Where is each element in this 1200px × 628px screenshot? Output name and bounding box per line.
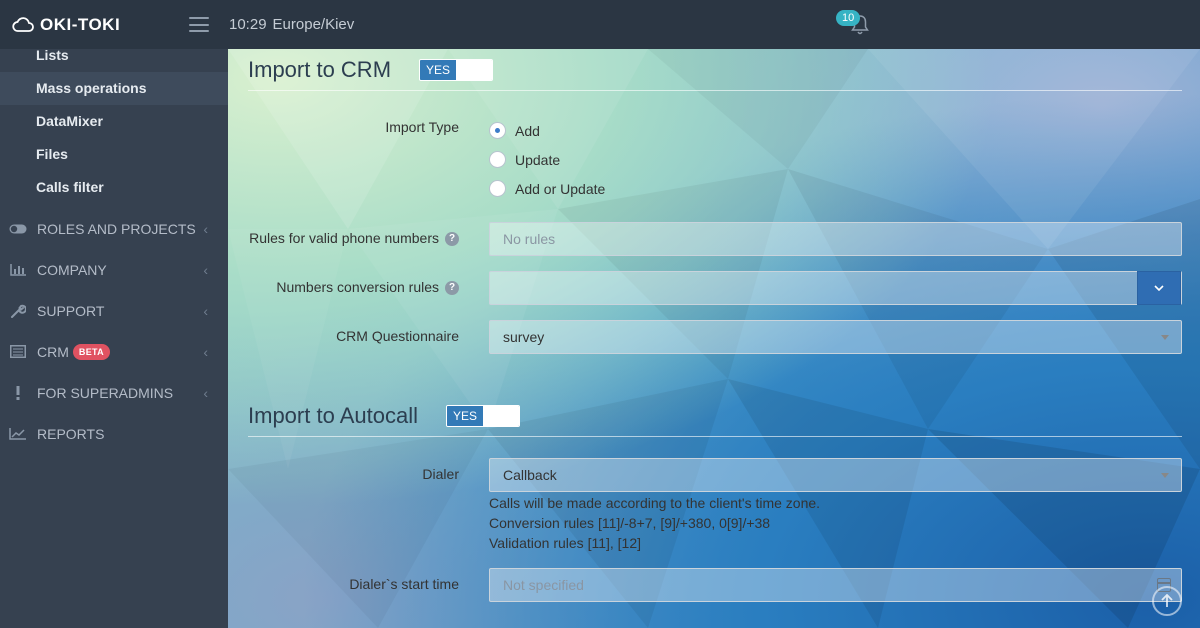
autocall-section-title: Import to Autocall: [248, 402, 418, 428]
sidebar-item-files[interactable]: Files: [0, 138, 228, 171]
radio-update[interactable]: Update: [489, 145, 605, 174]
sidebar-item-crm[interactable]: CRM BETA ‹: [0, 331, 228, 372]
sidebar-item-support[interactable]: SUPPORT ‹: [0, 290, 228, 331]
import-type-label: Import Type: [385, 119, 459, 135]
exclamation-icon: [9, 385, 27, 400]
radio-label: Update: [515, 151, 561, 168]
clock: 10:29 Europe/Kiev: [229, 16, 354, 33]
autocall-section-header: Import to Autocall YES: [248, 395, 1182, 437]
conversion-rules-label-text: Numbers conversion rules: [276, 279, 439, 295]
info-line: Conversion rules [11]/-8+7, [9]/+380, 0[…: [489, 515, 771, 531]
list-icon: [9, 345, 27, 359]
radio-circle: [489, 180, 506, 197]
radio-add[interactable]: Add: [489, 116, 605, 145]
help-icon[interactable]: ?: [445, 232, 459, 247]
menu-toggle-icon[interactable]: [189, 17, 209, 32]
questionnaire-value: survey: [503, 329, 545, 345]
clock-timezone: Europe/Kiev: [272, 16, 355, 33]
import-form: Import to CRM YES Import Type Add Update: [248, 49, 1182, 628]
line-chart-icon: [9, 427, 27, 441]
top-bar: OKI-TOKI 10:29 Europe/Kiev 10: [0, 0, 1200, 49]
sidebar-item-label: SUPPORT: [37, 302, 105, 319]
radio-label: Add: [515, 122, 540, 139]
crm-import-toggle[interactable]: YES: [419, 58, 494, 81]
conversion-rules-label: Numbers conversion rules?: [248, 279, 479, 296]
sidebar-item-lists[interactable]: Lists: [0, 48, 228, 72]
sidebar-item-label: FOR SUPERADMINS: [37, 384, 174, 401]
start-time-placeholder: Not specified: [503, 577, 584, 593]
help-icon[interactable]: ?: [445, 281, 459, 296]
sidebar-item-company[interactable]: COMPANY ‹: [0, 249, 228, 290]
sidebar: Lists Mass operations DataMixer Files Ca…: [0, 48, 228, 628]
rules-valid-input[interactable]: No rules: [489, 222, 1182, 256]
cloud-logo-icon: [12, 16, 34, 32]
import-type-options: Add Update Add or Update: [489, 116, 605, 203]
sidebar-item-label: COMPANY: [37, 261, 107, 278]
wrench-icon: [9, 304, 27, 318]
sidebar-item-label: REPORTS: [37, 425, 105, 442]
caret-down-icon: [1161, 335, 1169, 340]
radio-circle: [489, 151, 506, 168]
sidebar-item-mass-operations[interactable]: Mass operations: [0, 72, 228, 105]
dialer-select[interactable]: Callback: [489, 458, 1182, 492]
chevron-left-icon: ‹: [203, 344, 208, 360]
rules-valid-label: Rules for valid phone numbers?: [248, 230, 479, 247]
beta-badge: BETA: [72, 343, 110, 360]
rules-valid-label-text: Rules for valid phone numbers: [249, 230, 439, 246]
sidebar-item-reports[interactable]: REPORTS: [0, 413, 228, 454]
sidebar-item-for-superadmins[interactable]: FOR SUPERADMINS ‹: [0, 372, 228, 413]
questionnaire-label: CRM Questionnaire: [336, 328, 459, 344]
sidebar-item-datamixer[interactable]: DataMixer: [0, 105, 228, 138]
radio-label: Add or Update: [515, 180, 606, 197]
toggle-on-label: YES: [420, 59, 457, 80]
notifications-badge: 10: [836, 10, 861, 26]
radio-circle: [489, 122, 506, 139]
chevron-left-icon: ‹: [203, 221, 208, 237]
sidebar-item-calls-filter[interactable]: Calls filter: [0, 171, 228, 204]
autocall-import-toggle[interactable]: YES: [445, 404, 520, 427]
sidebar-item-label: ROLES AND PROJECTS: [37, 220, 196, 237]
sidebar-item-label: CRM: [37, 343, 69, 360]
dialer-label: Dialer: [422, 466, 459, 482]
chevron-left-icon: ‹: [203, 303, 208, 319]
logo-text: OKI-TOKI: [40, 14, 121, 34]
sidebar-item-roles-and-projects[interactable]: ROLES AND PROJECTS ‹: [0, 208, 228, 249]
dialer-info: Calls will be made according to the clie…: [489, 493, 820, 553]
chevron-left-icon: ‹: [203, 385, 208, 401]
start-time-input[interactable]: Not specified: [489, 568, 1182, 602]
info-line: Calls will be made according to the clie…: [489, 495, 821, 511]
clock-time: 10:29: [229, 16, 267, 33]
main-content: Import to CRM YES Import Type Add Update: [228, 49, 1200, 628]
crm-section-header: Import to CRM YES: [248, 49, 1182, 91]
chevron-down-icon[interactable]: [1137, 271, 1181, 305]
crm-section-title: Import to CRM: [248, 56, 392, 82]
toggle-on-label: YES: [446, 405, 483, 426]
toggle-icon: [9, 222, 27, 236]
caret-down-icon: [1161, 473, 1169, 478]
conversion-rules-select[interactable]: [489, 271, 1182, 305]
chevron-left-icon: ‹: [203, 262, 208, 278]
start-time-label: Dialer`s start time: [349, 576, 459, 592]
bar-chart-icon: [9, 263, 27, 277]
info-line: Validation rules [11], [12]: [489, 535, 642, 551]
dialer-value: Callback: [503, 467, 557, 483]
scroll-to-top-icon[interactable]: [1152, 586, 1182, 616]
questionnaire-select[interactable]: survey: [489, 320, 1182, 354]
radio-add-or-update[interactable]: Add or Update: [489, 174, 605, 203]
